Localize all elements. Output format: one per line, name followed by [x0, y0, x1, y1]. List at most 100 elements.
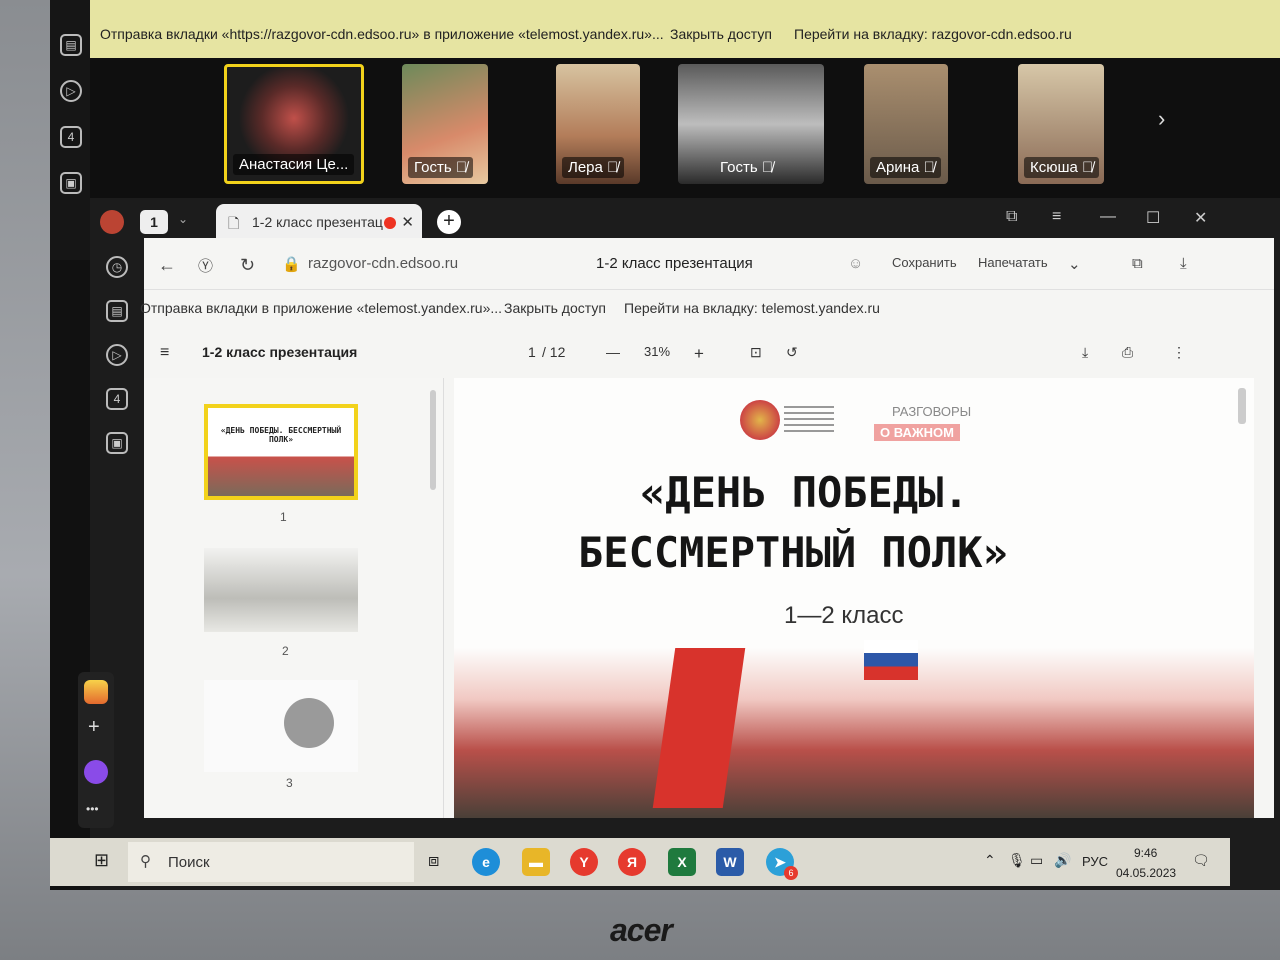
slide-title-line-1: «ДЕНЬ ПОБЕДЫ.: [640, 468, 969, 517]
print-button[interactable]: Напечатать: [978, 255, 1048, 270]
history-icon[interactable]: ◷: [106, 256, 128, 278]
yandex-icon[interactable]: Ⓨ: [198, 255, 213, 276]
zoom-out-icon[interactable]: —: [606, 344, 620, 360]
thumbnail-page-1[interactable]: «ДЕНЬ ПОБЕДЫ. БЕССМЕРТНЫЙ ПОЛК»: [204, 404, 358, 500]
reload-icon[interactable]: ↻: [240, 255, 255, 276]
add-icon[interactable]: +: [88, 716, 100, 739]
zoom-in-icon[interactable]: +: [694, 344, 704, 364]
clock-date: 04.05.2023: [1116, 866, 1177, 880]
search-box[interactable]: ⚲ Поиск: [128, 842, 414, 882]
notifications-icon[interactable]: 🗨: [1192, 852, 1210, 869]
recording-icon: [384, 217, 396, 229]
participant-tile[interactable]: Анастасия Це...: [224, 64, 364, 184]
network-icon[interactable]: ▭: [1030, 852, 1043, 869]
more-icon[interactable]: •••: [86, 802, 99, 816]
volume-icon[interactable]: 🔊: [1054, 852, 1071, 869]
thumbnail-title: «ДЕНЬ ПОБЕДЫ. БЕССМЕРТНЫЙ ПОЛК»: [220, 426, 342, 444]
mic-off-icon: 🎙̸: [761, 159, 774, 176]
badge-icon[interactable]: 4: [60, 126, 82, 148]
downloads-panel-icon[interactable]: ⧉: [1132, 255, 1143, 272]
minimize-icon[interactable]: —: [1100, 208, 1116, 226]
play-icon[interactable]: ▷: [60, 80, 82, 102]
participants-strip: Анастасия Це... Гость 🎙̸ Лера 🎙̸ Гость 🎙…: [90, 58, 1280, 198]
document-icon: 🗋: [228, 215, 240, 231]
slide-view: РАЗГОВОРЫ О ВАЖНОМ «ДЕНЬ ПОБЕДЫ. БЕССМЕР…: [454, 378, 1254, 818]
thumbnail-page-3[interactable]: [204, 680, 358, 772]
mail-icon[interactable]: [84, 680, 108, 704]
participant-tile[interactable]: Лера 🎙̸: [556, 64, 640, 184]
screen: ▤ ▷ 4 ▣ Отправка вкладки «https://razgov…: [50, 0, 1280, 890]
back-icon[interactable]: ←: [158, 255, 176, 276]
tab-counter[interactable]: 1: [140, 210, 168, 234]
file-explorer-icon[interactable]: ▬: [522, 848, 550, 876]
language-indicator[interactable]: РУС: [1082, 854, 1108, 869]
chevron-down-icon[interactable]: ⌄: [178, 212, 188, 226]
chevron-up-icon[interactable]: ⌃: [984, 852, 996, 869]
bookmarks-icon[interactable]: ⧉: [1006, 208, 1017, 226]
slide-scrollbar[interactable]: [1238, 388, 1246, 424]
url-text[interactable]: razgovor-cdn.edsoo.ru: [308, 255, 458, 272]
close-access-link[interactable]: Закрыть доступ: [670, 26, 772, 42]
address-bar: ← Ⓨ ↻ 🔒 razgovor-cdn.edsoo.ru 1-2 класс …: [144, 238, 1274, 290]
sharing-notification: Отправка вкладки «https://razgovor-cdn.e…: [90, 0, 1280, 58]
screen-share-icon[interactable]: ▣: [106, 432, 128, 454]
participant-tile[interactable]: Ксюша 🎙̸: [1018, 64, 1104, 184]
browser-tab[interactable]: 🗋 1-2 класс презентац ✕: [216, 204, 422, 240]
menu-icon[interactable]: ≡: [1052, 208, 1061, 226]
badge-icon[interactable]: 4: [106, 388, 128, 410]
maximize-icon[interactable]: ☐: [1146, 208, 1160, 228]
participant-name: Гость 🎙̸: [714, 157, 779, 178]
excel-icon[interactable]: X: [668, 848, 696, 876]
goto-tab-link[interactable]: Перейти на вкладку: razgovor-cdn.edsoo.r…: [794, 26, 1072, 42]
fit-page-icon[interactable]: ⊡: [750, 344, 762, 361]
close-tab-icon[interactable]: ✕: [401, 213, 414, 231]
new-tab-button[interactable]: +: [437, 210, 461, 234]
browser-content: ← Ⓨ ↻ 🔒 razgovor-cdn.edsoo.ru 1-2 класс …: [140, 238, 1274, 818]
rotate-icon[interactable]: ↺: [786, 344, 798, 361]
word-icon[interactable]: W: [716, 848, 744, 876]
menu-icon[interactable]: ≡: [160, 344, 169, 362]
more-icon[interactable]: ⋮: [1172, 344, 1186, 361]
profile-avatar[interactable]: [100, 210, 124, 234]
participant-name: Анастасия Це...: [233, 154, 355, 175]
participant-tile[interactable]: Арина 🎙̸: [864, 64, 948, 184]
close-window-icon[interactable]: ✕: [1194, 208, 1207, 228]
thumbnail-image: [284, 698, 334, 748]
infobar-close-access[interactable]: Закрыть доступ: [504, 300, 606, 316]
save-button[interactable]: Сохранить: [892, 255, 957, 270]
participant-tile[interactable]: Гость 🎙̸: [402, 64, 488, 184]
zoom-level: 31%: [644, 344, 671, 359]
russian-flag: [864, 640, 918, 680]
participant-name: Лера 🎙̸: [562, 157, 625, 178]
microphone-icon[interactable]: 🎙: [1008, 852, 1026, 869]
screen-share-icon[interactable]: ▣: [60, 172, 82, 194]
sharing-text: Отправка вкладки «https://razgovor-cdn.e…: [100, 26, 664, 42]
infobar-text: Отправка вкладки в приложение «telemost.…: [140, 300, 503, 316]
yandex-icon[interactable]: Я: [618, 848, 646, 876]
ministry-text-block: [784, 406, 834, 436]
download-icon[interactable]: ⤓: [1180, 255, 1187, 272]
participant-tile[interactable]: Гость 🎙̸: [678, 64, 824, 184]
alice-icon[interactable]: [84, 760, 108, 784]
windows-start-icon[interactable]: ⊞: [94, 850, 109, 871]
pdf-toolbar: ≡ 1-2 класс презентация 1 / 12 — 31% + ⊡…: [144, 328, 1274, 378]
thumbnails-scrollbar[interactable]: [430, 390, 436, 490]
download-icon[interactable]: ⤓: [1082, 344, 1088, 361]
yandex-browser-icon[interactable]: Y: [570, 848, 598, 876]
participant-name-text: Арина: [876, 159, 920, 176]
collections-icon[interactable]: ▤: [106, 300, 128, 322]
play-icon[interactable]: ▷: [106, 344, 128, 366]
participant-name: Гость 🎙̸: [408, 157, 474, 178]
print-icon[interactable]: ⎙: [1122, 344, 1133, 361]
next-participants-icon[interactable]: ›: [1158, 106, 1165, 132]
task-view-icon[interactable]: ⧈: [428, 850, 439, 871]
chevron-down-icon[interactable]: ⌄: [1068, 255, 1081, 273]
participant-name-text: Гость: [720, 159, 758, 176]
thumbnail-page-2[interactable]: [204, 548, 358, 632]
tabs-icon[interactable]: ▤: [60, 34, 82, 56]
browser-window: 1 ⌄ 🗋 1-2 класс презентац ✕ + ⧉ ≡ — ☐ ✕ …: [90, 198, 1280, 890]
infobar-goto-tab[interactable]: Перейти на вкладку: telemost.yandex.ru: [624, 300, 880, 316]
edge-icon[interactable]: e: [472, 848, 500, 876]
page-current[interactable]: 1: [528, 344, 536, 360]
reader-icon[interactable]: ☺: [848, 255, 863, 272]
